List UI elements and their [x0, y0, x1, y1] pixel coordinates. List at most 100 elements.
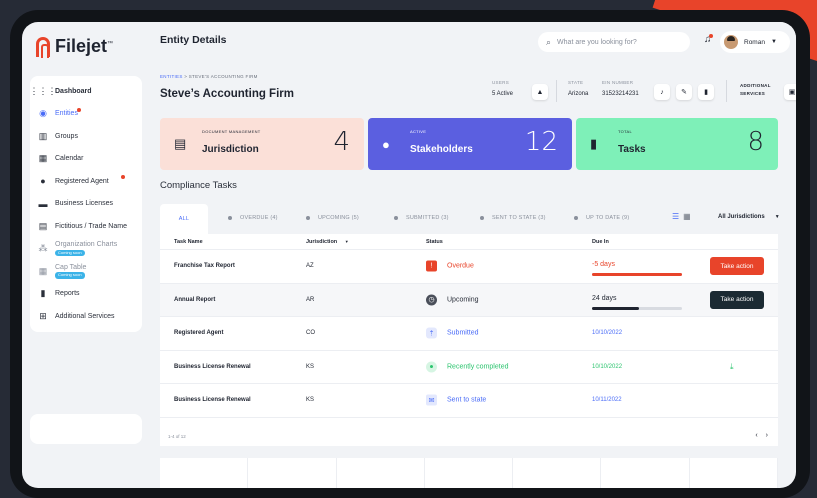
divider — [556, 80, 557, 102]
alert-button[interactable]: ♪ — [654, 84, 670, 100]
sidebar-item-business-licenses[interactable]: ▬ Business Licenses — [30, 193, 142, 216]
jurisdiction-cell: AZ — [306, 263, 314, 270]
tab-overdue[interactable]: OVERDUE (4) — [228, 215, 278, 221]
card-count: 12 — [524, 127, 558, 157]
logo-text: Filejet — [55, 36, 108, 56]
notification-bell-icon[interactable]: ♫ — [704, 34, 712, 45]
bullet-icon — [574, 216, 578, 220]
divider — [726, 80, 727, 102]
sidebar-item-reports[interactable]: ▮ Reports — [30, 283, 142, 306]
license-icon: ▬ — [38, 198, 48, 209]
top-bar: Entity Details ⌕ What are you looking fo… — [146, 22, 796, 58]
stakeholders-card[interactable]: ● ACTIVE Stakeholders 12 — [368, 118, 572, 170]
task-name: Annual Report — [174, 296, 216, 303]
jurisdiction-filter[interactable]: All Jurisdictions ▼ — [718, 214, 780, 220]
delete-button[interactable]: ▮ — [698, 84, 714, 100]
column-header-sortable[interactable]: Jurisdiction ▼ — [306, 239, 349, 245]
user-add-icon: ▲ — [536, 88, 544, 96]
jurisdiction-cell: AR — [306, 296, 315, 303]
table-row[interactable]: Business License Renewal KS ● Recently c… — [160, 351, 778, 384]
take-action-button[interactable]: Take action — [710, 257, 764, 276]
progress-fill — [592, 306, 639, 310]
card-label: Jurisdiction — [202, 144, 259, 155]
user-name: Roman — [744, 38, 765, 46]
building-icon: ▥ — [38, 130, 48, 141]
bullet-icon — [306, 216, 310, 220]
sidebar-item-fictitious-trade-name[interactable]: ▤ Fictitious / Trade Name — [30, 215, 142, 238]
tab-sent-to-state[interactable]: SENT TO STATE (3) — [480, 215, 546, 221]
table-row[interactable]: Business License Renewal KS ✉ Sent to st… — [160, 384, 778, 418]
sidebar-item-cap-table[interactable]: ▦ Cap Table Coming soon — [30, 260, 142, 283]
bell-icon: ♪ — [660, 88, 664, 96]
download-icon[interactable]: ⤓ — [730, 362, 734, 372]
sidebar-item-entities[interactable]: ◉ Entities — [30, 103, 142, 126]
coming-soon-badge: Coming soon — [55, 272, 85, 279]
bullet-icon — [228, 216, 232, 220]
globe-icon: ◉ — [39, 108, 47, 119]
mail-icon: ✉ — [426, 394, 437, 406]
breadcrumb-current: STEVE'S ACCOUNTING FIRM — [188, 74, 258, 79]
breadcrumb-entities-link[interactable]: ENTITIES — [160, 74, 183, 79]
tasks-card[interactable]: ▮ TOTAL Tasks 8 — [576, 118, 778, 170]
table-row[interactable]: Franchise Tax Report AZ ! Overdue -5 day… — [160, 250, 778, 284]
due-progress-bar — [592, 306, 682, 310]
clipboard-icon: ▮ — [590, 136, 598, 151]
logo: Filejet™ — [36, 36, 113, 58]
progress-fill — [592, 273, 682, 276]
table-row[interactable]: Registered Agent CO ⇡ Submitted 10/10/20… — [160, 317, 778, 351]
sidebar-item-registered-agent[interactable]: ● Registered Agent — [30, 170, 142, 193]
grid-icon: ⋮⋮⋮ — [29, 85, 57, 96]
avatar — [724, 35, 738, 49]
sidebar-item-organization-charts[interactable]: ⁂ Organization Charts Coming soon — [30, 238, 142, 261]
ein-meta: EIN NUMBER 31523214231 — [602, 80, 639, 97]
chevron-down-icon: ▼ — [770, 39, 777, 45]
table-footer: 1-4 of 12 ‹ › — [160, 426, 778, 446]
jurisdiction-cell: CO — [306, 330, 315, 337]
sidebar-item-additional-services[interactable]: ⊞ Additional Services — [30, 305, 142, 328]
jurisdiction-cell: KS — [306, 397, 315, 404]
task-name: Business License Renewal — [174, 363, 251, 370]
grid-view-icon[interactable]: ▦ — [683, 212, 691, 221]
notification-dot — [121, 175, 125, 179]
search-icon: ⌕ — [546, 36, 552, 47]
tab-submitted[interactable]: SUBMITTED (3) — [394, 215, 449, 221]
sidebar-item-dashboard[interactable]: ⋮⋮⋮ Dashboard — [30, 80, 142, 103]
filejet-logo-icon — [36, 36, 50, 58]
manage-users-button[interactable]: ▲ — [532, 84, 548, 100]
report-icon: ▮ — [40, 288, 46, 299]
breadcrumb-separator: > — [184, 74, 188, 79]
breadcrumb: ENTITIES > STEVE'S ACCOUNTING FIRM — [160, 74, 258, 79]
user-menu[interactable]: Roman ▼ — [720, 31, 790, 53]
status-cell: ● Recently completed — [426, 361, 508, 373]
take-action-button[interactable]: Take action — [710, 290, 764, 309]
list-view-icon[interactable]: ☰ — [672, 212, 679, 221]
sidebar-nav: ⋮⋮⋮ Dashboard ◉ Entities ▥ Groups ▦ Cale… — [30, 76, 142, 332]
search-input[interactable]: ⌕ What are you looking for? — [538, 32, 690, 52]
trash-icon: ▮ — [704, 89, 708, 96]
upload-icon: ⇡ — [426, 327, 437, 339]
entity-name: Steve’s Accounting Firm — [160, 88, 294, 100]
jurisdiction-card[interactable]: ▤ DOCUMENT MANAGEMENT Jurisdiction 4 — [160, 118, 364, 170]
sidebar-item-groups[interactable]: ▥ Groups — [30, 125, 142, 148]
due-progress-bar — [592, 273, 682, 276]
due-cell: 10/10/2022 — [592, 363, 623, 370]
prev-page-icon[interactable]: ‹ — [755, 432, 757, 439]
view-toggle: ☰ ▦ — [672, 212, 691, 221]
jurisdiction-cell: KS — [306, 363, 315, 370]
tab-all[interactable]: ALL — [160, 204, 208, 234]
due-cell: -5 days — [592, 261, 615, 268]
edit-button[interactable]: ✎ — [676, 84, 692, 100]
status-cell: ! Overdue — [426, 260, 474, 272]
next-page-icon[interactable]: › — [766, 432, 768, 439]
cart-button[interactable]: ▣ — [784, 84, 796, 100]
column-header: Status — [426, 238, 443, 245]
status-cell: ◷ Upcoming — [426, 294, 479, 306]
sidebar-item-calendar[interactable]: ▦ Calendar — [30, 148, 142, 171]
tab-up-to-date[interactable]: UP TO DATE (9) — [574, 215, 629, 221]
main-content: Entity Details ⌕ What are you looking fo… — [146, 22, 796, 488]
table-row[interactable]: Annual Report AR ◷ Upcoming 24 days Take… — [160, 283, 778, 317]
due-cell: 10/10/2022 — [592, 330, 623, 337]
users-icon: ● — [40, 176, 46, 187]
column-header: Due In — [592, 238, 609, 245]
tab-upcoming[interactable]: UPCOMING (5) — [306, 215, 359, 221]
